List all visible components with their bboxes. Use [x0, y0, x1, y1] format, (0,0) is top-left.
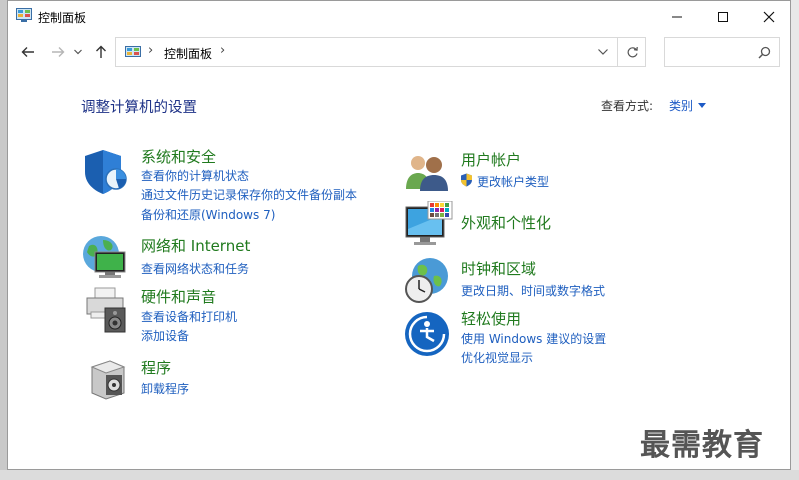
control-panel-icon — [16, 8, 32, 22]
minimize-button[interactable] — [654, 1, 700, 32]
category-network-internet[interactable]: 网络和 Internet — [141, 235, 250, 256]
user-accounts-icon — [406, 156, 448, 191]
maximize-button[interactable] — [700, 1, 746, 32]
background-taskbar-edge — [0, 470, 799, 480]
category-user-accounts[interactable]: 用户帐户 — [461, 149, 521, 170]
link-view-computer-status[interactable]: 查看你的计算机状态 — [141, 167, 249, 184]
control-panel-window: 控制面板 › 控制面板 › 调整计算机的设置 查看方式: 类别 系统和安全 查看… — [7, 0, 791, 470]
category-ease-of-access[interactable]: 轻松使用 — [461, 308, 521, 329]
recent-locations-button[interactable] — [72, 42, 84, 62]
view-by-dropdown[interactable]: 类别 — [669, 97, 707, 114]
back-arrow-icon — [21, 47, 34, 57]
link-uninstall-program[interactable]: 卸载程序 — [141, 380, 189, 397]
back-button[interactable] — [18, 42, 38, 62]
search-icon — [758, 46, 771, 59]
forward-button[interactable] — [48, 42, 68, 62]
address-bar[interactable]: › 控制面板 › — [115, 37, 646, 67]
title-bar[interactable]: 控制面板 — [8, 1, 790, 32]
printer-speaker-icon — [86, 287, 126, 333]
window-title: 控制面板 — [38, 11, 87, 25]
close-icon — [763, 11, 775, 22]
view-by-label: 查看方式: — [601, 99, 654, 113]
up-arrow-icon — [96, 45, 106, 58]
link-backup-restore[interactable]: 备份和还原(Windows 7) — [141, 206, 275, 223]
refresh-icon — [627, 46, 638, 57]
refresh-button[interactable] — [617, 38, 646, 66]
appearance-monitor-icon — [405, 201, 453, 245]
dropdown-triangle-icon — [698, 103, 707, 108]
breadcrumb-separator[interactable]: › — [148, 43, 153, 58]
address-dropdown-button[interactable] — [592, 38, 614, 66]
link-change-date-time-format[interactable]: 更改日期、时间或数字格式 — [461, 282, 605, 299]
category-appearance[interactable]: 外观和个性化 — [461, 212, 551, 233]
uac-shield-icon — [461, 173, 472, 187]
link-windows-recommended-settings[interactable]: 使用 Windows 建议的设置 — [461, 330, 606, 347]
link-change-account-type[interactable]: 更改帐户类型 — [477, 173, 549, 190]
breadcrumb-control-panel[interactable]: 控制面板 — [164, 45, 212, 62]
up-button[interactable] — [91, 42, 111, 62]
minimize-icon — [672, 16, 682, 17]
breadcrumb-separator[interactable]: › — [220, 43, 225, 58]
category-hardware-sound[interactable]: 硬件和声音 — [141, 286, 216, 307]
clock-region-icon — [405, 258, 448, 303]
ease-of-access-icon — [405, 312, 449, 356]
navigation-bar: › 控制面板 › — [8, 37, 790, 67]
category-system-security[interactable]: 系统和安全 — [141, 146, 216, 167]
control-panel-icon — [125, 46, 141, 57]
close-button[interactable] — [746, 1, 792, 32]
link-add-device[interactable]: 添加设备 — [141, 327, 189, 344]
category-programs[interactable]: 程序 — [141, 357, 171, 378]
maximize-icon — [718, 11, 728, 22]
link-file-history-backup[interactable]: 通过文件历史记录保存你的文件备份副本 — [141, 186, 357, 203]
programs-icon — [90, 360, 126, 400]
chevron-down-icon — [598, 49, 608, 55]
chevron-down-icon — [74, 49, 82, 55]
security-shield-icon — [85, 150, 127, 194]
network-globe-icon — [83, 236, 126, 278]
page-heading: 调整计算机的设置 — [81, 100, 197, 116]
category-clock-region[interactable]: 时钟和区域 — [461, 258, 536, 279]
link-devices-printers[interactable]: 查看设备和打印机 — [141, 308, 237, 325]
watermark: 最需教育 — [640, 428, 764, 463]
view-by-value: 类别 — [669, 99, 694, 113]
forward-arrow-icon — [52, 47, 65, 57]
search-box[interactable] — [664, 37, 780, 67]
link-network-status[interactable]: 查看网络状态和任务 — [141, 260, 249, 277]
link-optimize-visual-display[interactable]: 优化视觉显示 — [461, 349, 533, 366]
